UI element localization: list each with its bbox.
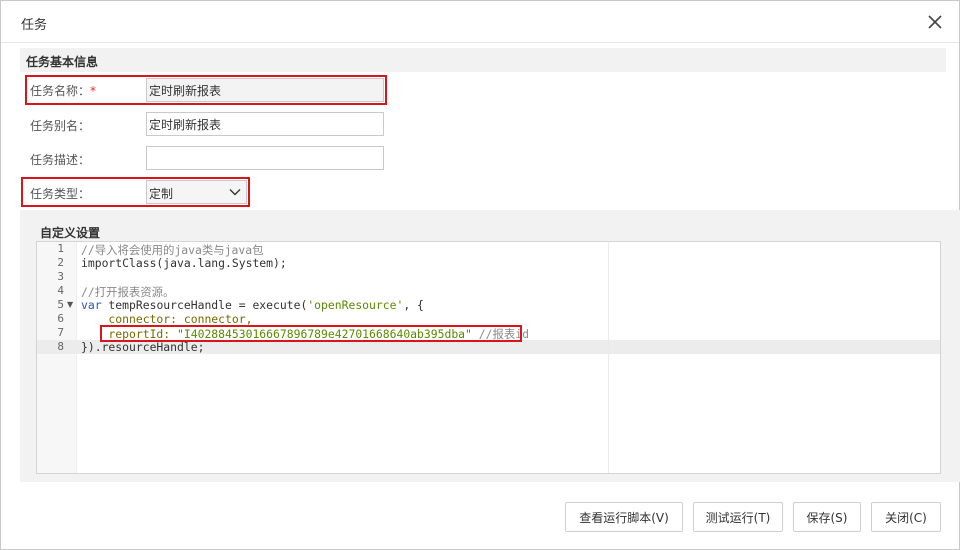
view-script-button[interactable]: 查看运行脚本(V) <box>565 502 683 532</box>
line-number: 8 <box>57 340 64 353</box>
code-text: tempResourceHandle = execute( <box>101 298 308 312</box>
line-number: 2 <box>57 256 64 269</box>
close-icon[interactable] <box>925 12 945 32</box>
task-desc-label: 任务描述： <box>30 153 91 167</box>
line-number: 6 <box>57 312 64 325</box>
code-string: 'openResource' <box>307 298 404 312</box>
line-number: 1 <box>57 242 64 255</box>
code-comment: //报表id <box>471 327 529 341</box>
code-line-5: var tempResourceHandle = execute('openRe… <box>81 298 424 312</box>
task-dialog: 任务 任务基本信息 任务名称：* 任务别名： 任务描述： 任务类型： 定制 自定… <box>0 0 960 550</box>
task-name-field[interactable] <box>146 78 384 102</box>
task-name-label: 任务名称：* <box>30 82 96 99</box>
script-editor[interactable]: 1 2 3 4 5 ▼ 6 7 8 //导入将会使用的java类与java包 i… <box>36 241 941 474</box>
fold-arrow-icon[interactable]: ▼ <box>67 300 73 309</box>
required-marker: * <box>90 84 97 98</box>
save-button[interactable]: 保存(S) <box>793 502 861 532</box>
code-property: reportId: <box>81 327 178 341</box>
line-number: 7 <box>57 326 64 339</box>
task-type-label: 任务类型： <box>30 187 91 201</box>
test-run-button[interactable]: 测试运行(T) <box>693 502 783 532</box>
dialog-title: 任务 <box>21 18 48 33</box>
basic-info-header: 任务基本信息 <box>20 48 946 72</box>
custom-settings-panel: 自定义设置 1 2 3 4 5 ▼ 6 7 8 //导入将会使用的java类与j… <box>20 210 960 482</box>
close-button[interactable]: 关闭(C) <box>871 502 941 532</box>
code-line-2: importClass(java.lang.System); <box>81 256 287 270</box>
code-keyword: var <box>81 298 102 312</box>
task-alias-field[interactable] <box>146 112 384 136</box>
custom-settings-heading: 自定义设置 <box>40 226 101 240</box>
task-type-select[interactable]: 定制 <box>146 180 247 204</box>
task-type-value: 定制 <box>149 187 174 201</box>
line-number: 5 <box>57 298 64 311</box>
task-desc-field[interactable] <box>146 146 384 170</box>
code-text: , { <box>403 298 424 312</box>
chevron-down-icon <box>229 189 241 196</box>
task-name-label-text: 任务名称： <box>30 84 91 98</box>
task-alias-label: 任务别名： <box>30 119 91 133</box>
code-line-8: }).resourceHandle; <box>81 340 205 354</box>
line-number: 3 <box>57 270 64 283</box>
dialog-titlebar: 任务 <box>1 1 959 43</box>
line-number: 4 <box>57 284 64 297</box>
print-margin <box>608 242 609 473</box>
code-string: "I40288453016667896789e42701668640ab395d… <box>177 327 472 341</box>
code-line-6: connector: connector, <box>81 312 253 326</box>
basic-info-heading: 任务基本信息 <box>26 55 99 69</box>
